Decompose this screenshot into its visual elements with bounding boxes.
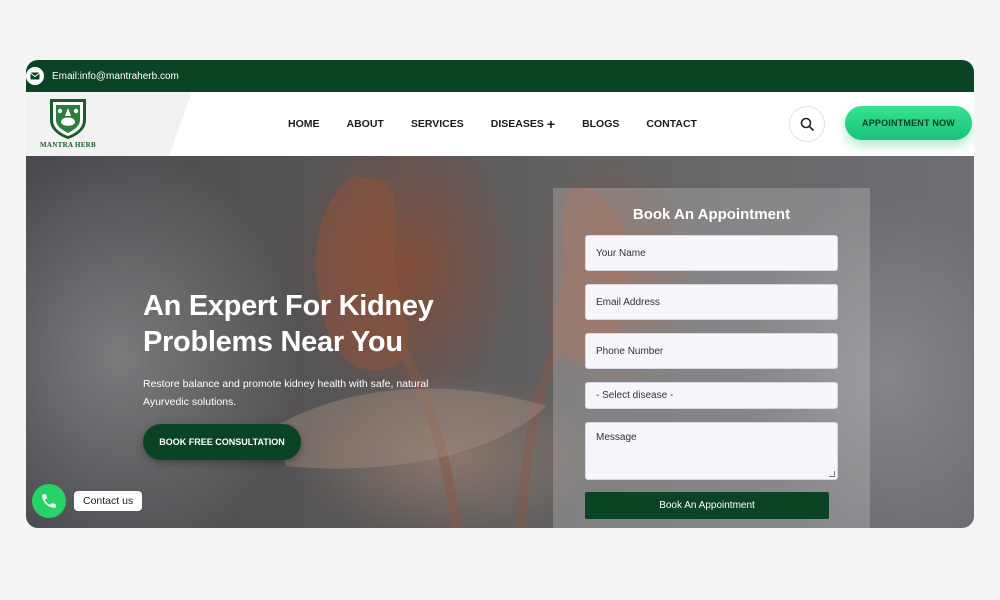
message-textarea[interactable]: Message (585, 422, 838, 480)
nav-item-contact[interactable]: CONTACT (646, 118, 697, 130)
nav-item-services[interactable]: SERVICES (411, 118, 464, 130)
logo-text: MANTRA HERB (40, 141, 96, 149)
nav-item-home[interactable]: HOME (288, 118, 320, 130)
resize-handle-icon[interactable] (829, 471, 835, 477)
phone-call-button[interactable] (32, 484, 66, 518)
brand-logo[interactable]: MANTRA HERB (40, 96, 96, 152)
name-input[interactable]: Your Name (585, 235, 838, 271)
book-consultation-button[interactable]: BOOK FREE CONSULTATION (143, 424, 301, 460)
form-title: Book An Appointment (632, 206, 791, 223)
phone-input[interactable]: Phone Number (585, 333, 838, 369)
hero-title: An Expert For Kidney Problems Near You (143, 290, 434, 358)
contact-us-label[interactable]: Contact us (74, 491, 143, 511)
appointment-now-button[interactable]: APPOINTMENT NOW (845, 106, 972, 140)
main-navbar: MANTRA HERB HOME ABOUT SERVICES DISEASES… (26, 92, 974, 156)
logo-emblem-icon (50, 99, 86, 139)
phone-icon (42, 494, 56, 508)
nav-menu: HOME ABOUT SERVICES DISEASES + BLOGS CON… (288, 92, 697, 156)
hero-section: An Expert For Kidney Problems Near You R… (26, 156, 974, 528)
submit-appointment-button[interactable]: Book An Appointment (585, 492, 829, 519)
top-bar: Email:info@mantraherb.com (26, 60, 974, 92)
search-icon (800, 117, 814, 131)
nav-item-diseases-label: DISEASES (490, 118, 544, 130)
plus-icon: + (546, 116, 556, 132)
hero-subtitle: Restore balance and promote kidney healt… (143, 378, 429, 408)
mail-icon (26, 67, 44, 85)
search-button[interactable] (789, 106, 825, 142)
contact-email[interactable]: Email:info@mantraherb.com (52, 71, 179, 82)
email-input[interactable]: Email Address (585, 284, 838, 320)
nav-item-blogs[interactable]: BLOGS (582, 118, 619, 130)
message-placeholder: Message (596, 432, 637, 443)
disease-select[interactable]: - Select disease - (585, 382, 838, 409)
nav-item-diseases[interactable]: DISEASES + (490, 116, 556, 132)
page-frame: Email:info@mantraherb.com MANTRA HERB HO… (26, 60, 974, 528)
nav-item-about[interactable]: ABOUT (347, 118, 384, 130)
appointment-form: Book An Appointment Your Name Email Addr… (553, 188, 870, 528)
